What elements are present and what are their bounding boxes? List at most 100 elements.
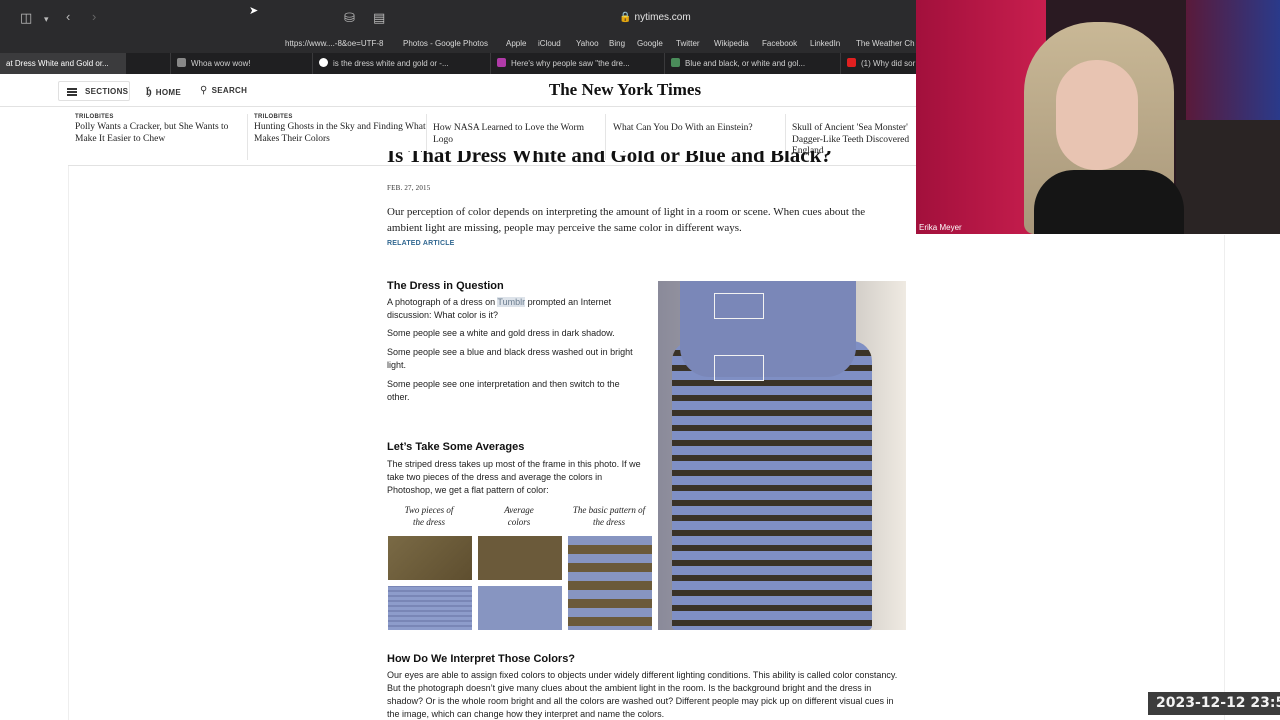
caption: The basic pattern of the dress (572, 505, 646, 527)
tab-label: is the dress white and gold or -... (333, 59, 449, 68)
average-blue (478, 586, 562, 630)
tab-nyt-dress[interactable]: at Dress White and Gold or... (0, 53, 126, 74)
reader-icon[interactable]: ▤ (373, 11, 385, 25)
related-headline: How NASA Learned to Love the Worm Logo (433, 123, 585, 145)
dress-photo (658, 281, 906, 630)
person-face (1056, 60, 1138, 170)
tab-whoa[interactable]: Whoa wow wow! (170, 53, 310, 74)
article-headline: Is That Dress White and Gold or Blue and… (387, 151, 832, 166)
bookmark-item[interactable]: Facebook (762, 39, 797, 48)
page-icon (177, 58, 186, 67)
bookmark-item[interactable]: Google (637, 39, 663, 48)
paragraph: The striped dress takes up most of the f… (387, 459, 641, 495)
section-heading: Let’s Take Some Averages (387, 441, 525, 453)
back-icon[interactable]: ‹ (66, 10, 70, 24)
bookmark-item[interactable]: Bing (609, 39, 625, 48)
paragraph: A photograph of a dress on Tumblr prompt… (387, 296, 637, 322)
tab-label: Here's why people saw "the dre... (511, 59, 630, 68)
related-item[interactable]: TRILOBITES Polly Wants a Cracker, but She… (75, 114, 247, 162)
person-shirt (1034, 170, 1184, 234)
tab-label: Whoa wow wow! (191, 59, 251, 68)
search-icon: ⚲ (200, 85, 208, 96)
nyt-header: SECTIONS 𝔥 HOME ⚲ SEARCH The New York Time… (0, 74, 916, 107)
bookmark-item[interactable]: Yahoo (576, 39, 599, 48)
kicker: TRILOBITES (75, 114, 114, 120)
tab-label: (1) Why did sor (861, 59, 916, 68)
sections-button[interactable]: SECTIONS (58, 81, 130, 101)
google-icon (319, 58, 328, 67)
video-timestamp: 2023-12-12 23:5 (1148, 692, 1280, 715)
related-headline: Polly Wants a Cracker, but She Wants to … (75, 122, 229, 144)
tab-google-search[interactable]: is the dress white and gold or -... (312, 53, 488, 74)
youtube-icon (847, 58, 856, 67)
tab-label: Blue and black, or white and gol... (685, 59, 806, 68)
highlight-box-top (714, 293, 764, 319)
search-button[interactable]: ⚲ SEARCH (200, 81, 247, 101)
nyt-masthead[interactable]: The New York Times (520, 80, 730, 100)
participant-name: Erika Meyer (919, 223, 962, 232)
slate-icon (497, 58, 506, 67)
divider (68, 166, 69, 720)
bookmarks-bar: https://www....-8&oe=UTF-8 Photos - Goog… (0, 36, 916, 53)
bookmark-item[interactable]: Twitter (676, 39, 700, 48)
related-article-link[interactable]: RELATED ARTICLE (387, 240, 455, 247)
bookmark-item[interactable]: https://www....-8&oe=UTF-8 (285, 39, 383, 48)
webcam-video (916, 0, 1280, 234)
web-page: SECTIONS 𝔥 HOME ⚲ SEARCH The New York Time… (0, 74, 916, 720)
arrow-icon (671, 58, 680, 67)
dress-body (672, 341, 872, 630)
tab-blue-black[interactable]: Blue and black, or white and gol... (664, 53, 828, 74)
paragraph: Some people see a white and gold dress i… (387, 328, 615, 338)
kicker: TRILOBITES (254, 114, 293, 120)
paragraph: Some people see a blue and black dress w… (387, 347, 633, 370)
paragraph: Some people see one interpretation and t… (387, 379, 620, 402)
highlight-box-bottom (714, 355, 764, 381)
sidebar-toggle-icon[interactable]: ◫ (20, 11, 32, 25)
caption: Two pieces of the dress (404, 505, 454, 527)
caption: Average colors (504, 505, 534, 527)
related-headline: What Can You Do With an Einstein? (613, 123, 753, 133)
sections-label: SECTIONS (85, 87, 129, 96)
paragraph: Our eyes are able to assign fixed colors… (387, 670, 898, 719)
tab-label: at Dress White and Gold or... (6, 59, 109, 68)
tab-bar: at Dress White and Gold or... Whoa wow w… (0, 53, 916, 74)
screen: ◫ ▾ ‹ › ➤ ⛁ ▤ 🔒 nytimes.com https://www.… (0, 0, 1280, 720)
section-heading: The Dress in Question (387, 280, 504, 292)
menu-icon (67, 88, 77, 96)
bookmark-item[interactable]: Wikipedia (714, 39, 749, 48)
related-headline: Hunting Ghosts in the Sky and Finding Wh… (254, 122, 426, 144)
home-button[interactable]: 𝔥 HOME (146, 81, 181, 101)
bookmark-item[interactable]: The Weather Ch (856, 39, 915, 48)
chair (1176, 120, 1280, 234)
dress-pattern (568, 536, 652, 630)
address-bar[interactable]: 🔒 nytimes.com (560, 9, 750, 27)
bookmark-item[interactable]: Apple (506, 39, 526, 48)
chevron-down-icon[interactable]: ▾ (44, 12, 49, 26)
bookmark-item[interactable]: Photos - Google Photos (403, 39, 488, 48)
dress-top (680, 281, 856, 377)
forward-icon[interactable]: › (92, 10, 96, 24)
article-summary: Our perception of color depends on inter… (387, 206, 866, 234)
home-label: HOME (155, 88, 181, 97)
text: A photograph of a dress on (387, 297, 498, 307)
privacy-shield-icon[interactable]: ⛁ (344, 11, 355, 25)
url-text: nytimes.com (634, 12, 691, 23)
average-gold (478, 536, 562, 580)
divider (1224, 234, 1225, 720)
nyt-logo-icon: 𝔥 (146, 84, 152, 98)
divider (247, 114, 248, 160)
tumblr-link[interactable]: Tumblr (497, 297, 526, 307)
bookmark-item[interactable]: LinkedIn (810, 39, 840, 48)
section-heading: How Do We Interpret Those Colors? (387, 653, 576, 665)
divider (916, 234, 1280, 235)
search-label: SEARCH (211, 86, 248, 95)
tab-youtube[interactable]: (1) Why did sor (840, 53, 916, 74)
article-date: FEB. 27, 2015 (387, 184, 431, 192)
mouse-cursor-icon: ➤ (249, 5, 259, 17)
browser-toolbar: ◫ ▾ ‹ › ➤ ⛁ ▤ 🔒 nytimes.com (0, 0, 916, 36)
bookmark-item[interactable]: iCloud (538, 39, 561, 48)
tab-slate[interactable]: Here's why people saw "the dre... (490, 53, 652, 74)
dress-piece-gold (388, 536, 472, 580)
lock-icon: 🔒 (619, 12, 635, 23)
dress-piece-blue (388, 586, 472, 630)
